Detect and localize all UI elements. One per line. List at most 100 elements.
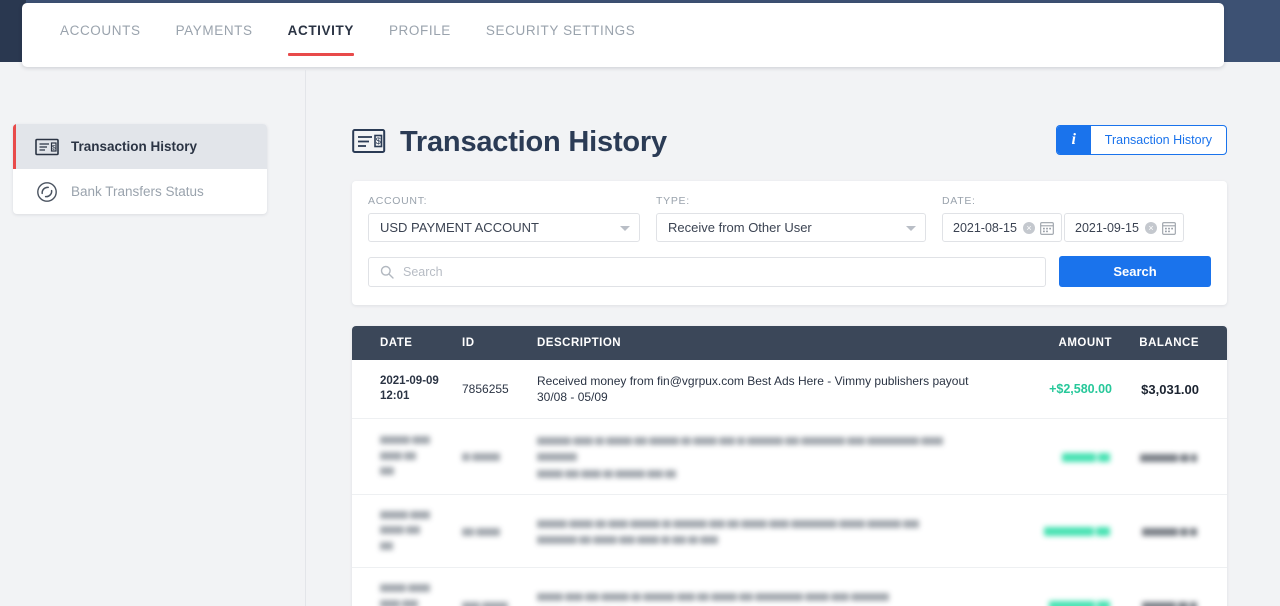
search-input[interactable]: [403, 264, 1045, 279]
redacted-content: [997, 450, 1112, 464]
search-row: Search: [368, 256, 1211, 287]
top-nav-card: ACCOUNTS PAYMENTS ACTIVITY PROFILE SECUR…: [22, 3, 1224, 67]
redacted-content: [537, 515, 981, 547]
cell-balance: $3,031.00: [1122, 360, 1227, 420]
cell-date: 2021-09-09 12:01: [352, 360, 462, 420]
transactions-table-card: DATE ID DESCRIPTION AMOUNT BALANCE 2021-…: [352, 326, 1227, 606]
date-range-row: 2021-08-15 × 2021-09-15 ×: [942, 213, 1211, 242]
table-row[interactable]: [352, 418, 1227, 495]
clear-icon[interactable]: ×: [1145, 221, 1157, 234]
column-header-date[interactable]: DATE: [352, 326, 462, 360]
column-header-amount[interactable]: AMOUNT: [997, 326, 1122, 360]
cell-amount-redacted: [997, 494, 1122, 569]
type-select[interactable]: Receive from Other User: [656, 213, 926, 242]
cell-balance-redacted: [1122, 568, 1227, 606]
redacted-content: [1122, 449, 1199, 464]
calendar-icon[interactable]: [1040, 221, 1054, 238]
refresh-circle-icon: [35, 180, 59, 204]
column-header-balance[interactable]: BALANCE: [1122, 326, 1227, 360]
svg-text:$: $: [52, 144, 56, 151]
redacted-content: [462, 524, 537, 538]
cell-balance-redacted: [1122, 418, 1227, 495]
cell-id-redacted: [462, 418, 537, 495]
redacted-content: [537, 589, 981, 606]
app-root: ACCOUNTS PAYMENTS ACTIVITY PROFILE SECUR…: [0, 0, 1280, 606]
table-header-row: DATE ID DESCRIPTION AMOUNT BALANCE: [352, 326, 1227, 360]
cell-balance-redacted: [1122, 494, 1227, 569]
cell-amount: +$2,580.00: [997, 360, 1122, 420]
tab-payments[interactable]: PAYMENTS: [176, 23, 253, 56]
cell-date-redacted: [352, 494, 462, 569]
account-select-value: USD PAYMENT ACCOUNT: [380, 220, 539, 235]
date-filter: DATE: 2021-08-15 × 2021-09-15 ×: [942, 195, 1211, 242]
sidebar-item-transaction-history[interactable]: $ Transaction History: [13, 124, 267, 169]
calendar-icon[interactable]: [1162, 221, 1176, 238]
cell-id-redacted: [462, 494, 537, 569]
account-filter-label: ACCOUNT:: [368, 195, 428, 207]
search-button[interactable]: Search: [1059, 256, 1211, 287]
type-select-value: Receive from Other User: [668, 220, 812, 235]
type-filter-label: TYPE:: [656, 195, 690, 207]
sidebar-item-label: Bank Transfers Status: [71, 184, 204, 199]
page-title: Transaction History: [400, 125, 667, 158]
column-header-description[interactable]: DESCRIPTION: [537, 326, 997, 360]
clear-icon[interactable]: ×: [1023, 221, 1035, 234]
chevron-down-icon: [620, 225, 630, 231]
chevron-down-icon: [906, 225, 916, 231]
account-filter: ACCOUNT: USD PAYMENT ACCOUNT: [368, 195, 640, 242]
tab-accounts[interactable]: ACCOUNTS: [60, 23, 141, 56]
redacted-content: [380, 433, 462, 480]
type-filter: TYPE: Receive from Other User: [656, 195, 926, 242]
date-from-input[interactable]: 2021-08-15 ×: [942, 213, 1062, 242]
date-to-input[interactable]: 2021-09-15 ×: [1064, 213, 1184, 242]
redacted-content: [380, 508, 462, 555]
main-content: $ Transaction History i Transaction Hist…: [352, 112, 1227, 606]
info-badge-label: Transaction History: [1104, 133, 1212, 147]
search-icon: [380, 265, 394, 284]
account-select[interactable]: USD PAYMENT ACCOUNT: [368, 213, 640, 242]
table-head: DATE ID DESCRIPTION AMOUNT BALANCE: [352, 326, 1227, 360]
redacted-content: [380, 581, 462, 606]
redacted-content: [462, 598, 537, 606]
tab-profile[interactable]: PROFILE: [389, 23, 451, 56]
page-header: $ Transaction History i Transaction Hist…: [352, 112, 1227, 172]
column-header-id[interactable]: ID: [462, 326, 537, 360]
sidebar: $ Transaction History Bank Transfers Sta…: [13, 124, 267, 214]
date-filter-label: DATE:: [942, 195, 976, 207]
redacted-content: [1122, 597, 1199, 606]
table-row[interactable]: [352, 494, 1227, 569]
cell-date-redacted: [352, 568, 462, 606]
table-row[interactable]: [352, 568, 1227, 606]
redacted-content: [537, 432, 981, 481]
cell-description-redacted: [537, 494, 997, 569]
top-nav-tabs: ACCOUNTS PAYMENTS ACTIVITY PROFILE SECUR…: [60, 23, 670, 56]
table-body: 2021-09-09 12:01 7856255 Received money …: [352, 360, 1227, 606]
redacted-content: [997, 598, 1112, 606]
cell-amount-redacted: [997, 418, 1122, 495]
transactions-table: DATE ID DESCRIPTION AMOUNT BALANCE 2021-…: [352, 326, 1227, 606]
svg-text:$: $: [376, 136, 381, 146]
cell-date-time: 12:01: [380, 390, 410, 403]
filter-panel: ACCOUNT: USD PAYMENT ACCOUNT TYPE: Recei…: [352, 181, 1227, 305]
date-to-value: 2021-09-15: [1075, 220, 1139, 235]
tab-security-settings[interactable]: SECURITY SETTINGS: [486, 23, 635, 56]
info-badge[interactable]: i Transaction History: [1055, 125, 1227, 155]
cell-description-redacted: [537, 568, 997, 606]
cell-date-day: 2021-09-09: [380, 374, 439, 387]
search-input-wrapper[interactable]: [368, 256, 1046, 287]
table-row[interactable]: 2021-09-09 12:01 7856255 Received money …: [352, 360, 1227, 420]
cell-amount-redacted: [997, 568, 1122, 606]
cell-id-redacted: [462, 568, 537, 606]
check-document-icon: $: [352, 127, 386, 157]
info-icon: i: [1056, 126, 1091, 154]
cell-date-redacted: [352, 418, 462, 495]
redacted-content: [462, 450, 537, 464]
content-divider: [305, 70, 306, 606]
sidebar-item-label: Transaction History: [71, 139, 198, 154]
cell-description: Received money from fin@vgrpux.com Best …: [537, 360, 997, 420]
redacted-content: [1122, 524, 1199, 539]
tab-activity[interactable]: ACTIVITY: [287, 23, 355, 56]
filter-row: ACCOUNT: USD PAYMENT ACCOUNT TYPE: Recei…: [368, 195, 1211, 242]
sidebar-item-bank-transfers-status[interactable]: Bank Transfers Status: [13, 169, 267, 214]
check-document-icon: $: [35, 135, 59, 159]
